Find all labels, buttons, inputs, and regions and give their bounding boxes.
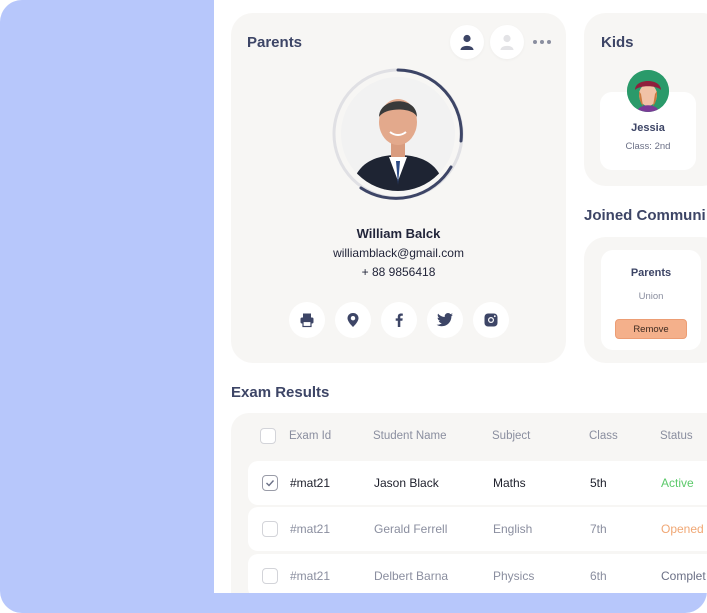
user-outline-button[interactable]	[490, 25, 524, 59]
cell-student: Gerald Ferrell	[374, 522, 448, 536]
instagram-button[interactable]	[473, 302, 509, 338]
cell-exam-id: #mat21	[290, 522, 331, 536]
select-all-cell	[260, 413, 276, 459]
row-checkbox-cell	[262, 461, 278, 505]
cell-subject: Maths	[493, 476, 526, 490]
cell-class: 5th	[590, 476, 607, 490]
instagram-icon	[484, 313, 498, 327]
kid-name: Jessia	[631, 122, 665, 134]
cell-exam-id: #mat21	[290, 476, 331, 490]
select-all-checkbox[interactable]	[260, 428, 276, 444]
header-status[interactable]: Status	[660, 413, 693, 459]
remove-button[interactable]: Remove	[615, 319, 687, 339]
exam-results-title: Exam Results	[231, 384, 330, 401]
user-outline-icon	[500, 34, 514, 50]
community-title: Joined Communi	[584, 207, 706, 224]
facebook-button[interactable]	[381, 302, 417, 338]
parents-title: Parents	[247, 34, 303, 51]
kid-avatar	[627, 70, 669, 112]
cell-class: 6th	[590, 569, 607, 583]
community-name: Parents	[630, 267, 672, 279]
location-button[interactable]	[335, 302, 371, 338]
parents-card: Parents William Balck williamblack@gmail…	[231, 13, 566, 363]
avatar-ring	[331, 67, 465, 201]
kids-card: Kids Jessia Class: 2nd	[584, 13, 707, 186]
user-icon	[460, 34, 474, 50]
cell-status: Complet	[661, 569, 706, 583]
cell-subject: English	[493, 522, 533, 536]
community-tile: Parents Union Remove	[601, 250, 701, 350]
header-exam-id[interactable]: Exam Id	[289, 413, 331, 459]
twitter-icon	[436, 313, 453, 327]
cell-exam-id: #mat21	[290, 569, 331, 583]
cell-status: Opened	[661, 522, 704, 536]
parent-avatar	[341, 77, 455, 191]
cell-student: Jason Black	[374, 476, 439, 490]
parents-header-actions	[450, 25, 554, 59]
table-header: Exam Id Student Name Subject Class Statu…	[231, 413, 707, 459]
parent-name: William Balck	[356, 226, 441, 241]
cell-student: Delbert Barna	[374, 569, 449, 583]
twitter-button[interactable]	[427, 302, 463, 338]
row-checkbox-cell	[262, 507, 278, 551]
parent-phone: + 88 9856418	[361, 265, 436, 279]
header-subject[interactable]: Subject	[492, 413, 530, 459]
cell-status: Active	[661, 476, 694, 490]
print-button[interactable]	[289, 302, 325, 338]
table-row[interactable]: #mat21 Gerald Ferrell English 7th Opened	[248, 507, 707, 551]
row-checkbox-cell	[262, 554, 278, 593]
kids-title: Kids	[601, 34, 634, 51]
community-card: Parents Union Remove	[584, 237, 707, 363]
community-sub: Union	[638, 291, 664, 302]
table-row[interactable]: #mat21 Delbert Barna Physics 6th Complet	[248, 554, 707, 593]
table-row[interactable]: #mat21 Jason Black Maths 5th Active	[248, 461, 707, 505]
kid-class: Class: 2nd	[625, 141, 671, 152]
cell-class: 7th	[590, 522, 607, 536]
exam-table: Exam Id Student Name Subject Class Statu…	[231, 413, 707, 593]
user-button[interactable]	[450, 25, 484, 59]
facebook-icon	[395, 313, 403, 327]
row-checkbox[interactable]	[262, 475, 278, 491]
social-links	[289, 302, 509, 338]
row-checkbox[interactable]	[262, 568, 278, 584]
header-class[interactable]: Class	[589, 413, 618, 459]
more-button[interactable]	[530, 30, 554, 54]
location-pin-icon	[347, 313, 359, 327]
check-icon	[266, 480, 275, 487]
cell-subject: Physics	[493, 569, 535, 583]
dashboard-canvas: Parents William Balck williamblack@gmail…	[214, 0, 707, 593]
header-student-name[interactable]: Student Name	[373, 413, 447, 459]
more-dots-icon	[533, 40, 551, 44]
print-icon	[300, 313, 314, 328]
parent-email: williamblack@gmail.com	[333, 246, 464, 260]
row-checkbox[interactable]	[262, 521, 278, 537]
